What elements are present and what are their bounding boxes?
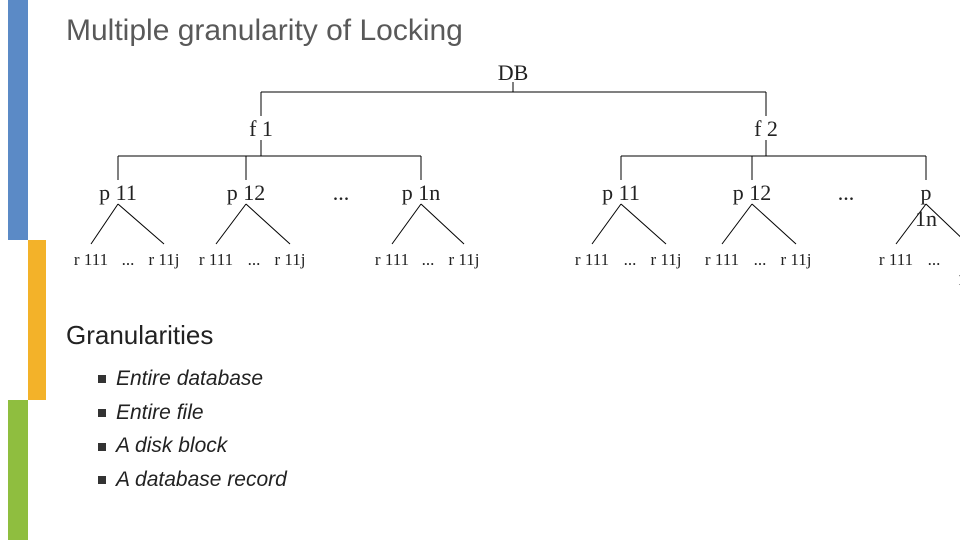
tree-node: r 11j: [780, 250, 811, 270]
section-heading: Granularities: [66, 320, 213, 351]
tree-node: r 111: [705, 250, 739, 270]
bullet-item: A database record: [98, 463, 287, 497]
accent-green: [8, 400, 28, 540]
tree-node: f 1: [249, 116, 273, 142]
slide-title: Multiple granularity of Locking: [66, 14, 463, 48]
tree-node: f 2: [754, 116, 778, 142]
tree-node: r 111: [879, 250, 913, 270]
tree-node: r 111: [375, 250, 409, 270]
accent-sidebar: [0, 0, 56, 540]
tree-node: r 111: [199, 250, 233, 270]
tree-node: r 11j: [650, 250, 681, 270]
tree-node: p 11: [602, 180, 640, 206]
hierarchy-diagram: DB f 1 f 2 p 11 p 12... p 1n p 11 p 12... p 1n r …: [66, 60, 960, 280]
bullet-item: A disk block: [98, 429, 287, 463]
tree-node: r 111: [575, 250, 609, 270]
bullet-list: Entire databaseEntire fileA disk blockA …: [98, 362, 287, 496]
tree-node: DB: [498, 60, 529, 86]
tree-node: r 11j: [448, 250, 479, 270]
tree-node: ...: [122, 250, 135, 270]
tree-node: r 11j: [148, 250, 179, 270]
accent-blue: [8, 0, 28, 240]
tree-node: ...: [248, 250, 261, 270]
tree-node: ...: [422, 250, 435, 270]
tree-node: r 11j: [274, 250, 305, 270]
tree-node: p 1n: [909, 180, 943, 232]
tree-node: p 12: [733, 180, 772, 206]
tree-node: ...: [754, 250, 767, 270]
tree-node: ...: [333, 180, 350, 206]
tree-connectors: [66, 60, 960, 280]
tree-node: ...: [624, 250, 637, 270]
slide-content: Multiple granularity of Locking DB f 1 f 2…: [66, 0, 960, 540]
bullet-item: Entire file: [98, 396, 287, 430]
tree-node: p 11: [99, 180, 137, 206]
bullet-item: Entire database: [98, 362, 287, 396]
tree-node: ...: [838, 180, 855, 206]
tree-node: ...: [928, 250, 941, 270]
tree-node: p 1n: [402, 180, 441, 206]
accent-yellow: [28, 240, 46, 400]
tree-node: p 12: [227, 180, 266, 206]
tree-node: r 111: [74, 250, 108, 270]
